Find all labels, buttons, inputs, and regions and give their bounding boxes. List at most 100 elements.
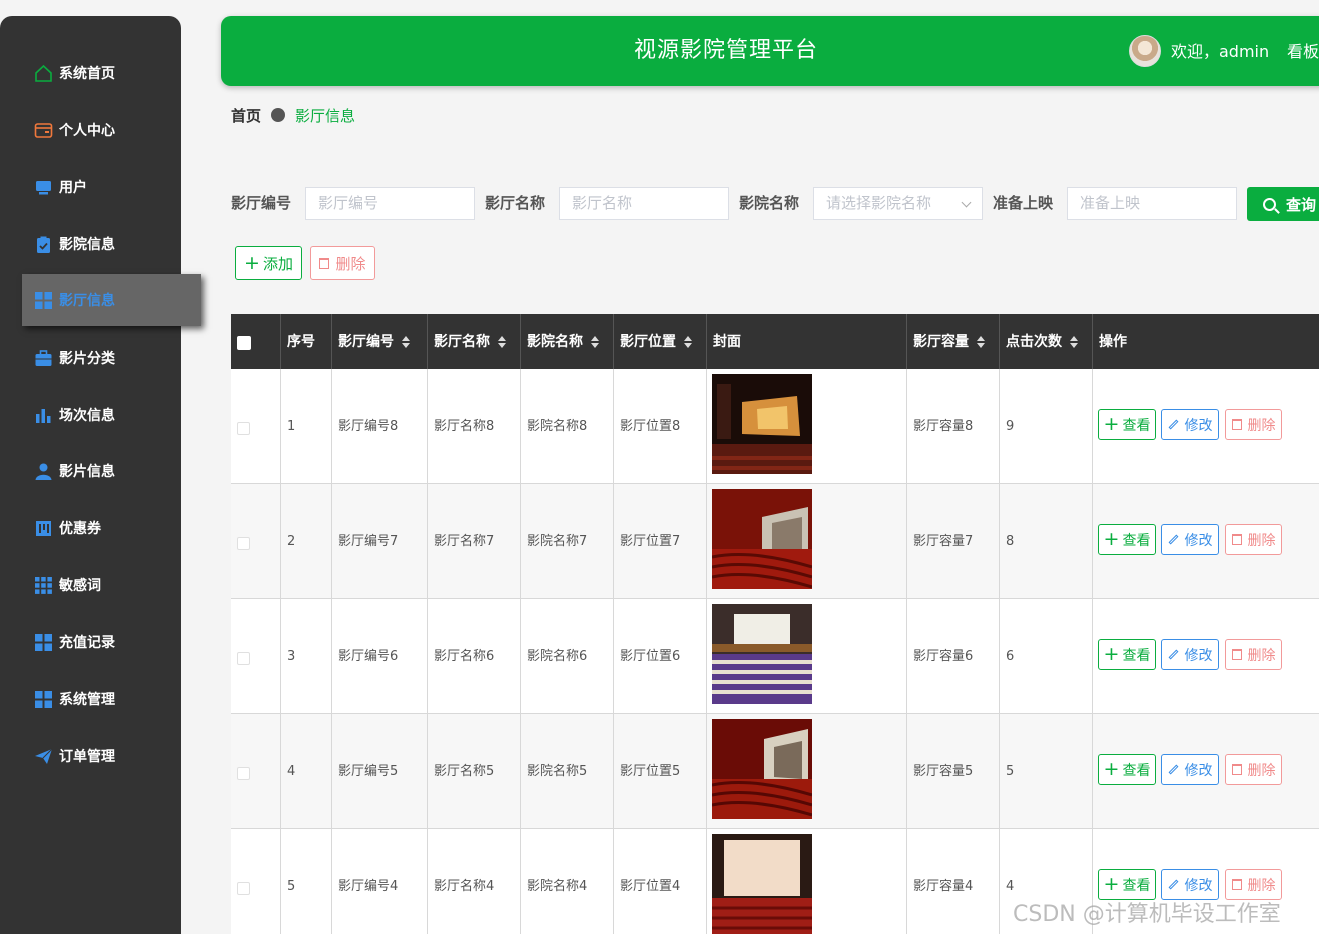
query-button[interactable]: 查询	[1247, 187, 1319, 221]
breadcrumb: 首页 影厅信息	[231, 104, 355, 126]
delete-label: 删除	[1247, 647, 1276, 664]
col-cover: 封面	[707, 314, 907, 369]
cover-image[interactable]	[712, 834, 812, 934]
edit-button[interactable]: 修改	[1161, 754, 1219, 785]
view-button[interactable]: + 查看	[1098, 409, 1156, 440]
avatar[interactable]	[1129, 35, 1161, 67]
sort-icon[interactable]	[402, 336, 410, 348]
col-index: 序号	[281, 314, 332, 369]
breadcrumb-home[interactable]: 首页	[231, 105, 261, 126]
sort-icon[interactable]	[684, 336, 692, 348]
hall-name-label: 影厅名称	[485, 194, 546, 212]
edit-label: 修改	[1184, 532, 1213, 549]
cinema-select[interactable]: 请选择影院名称	[813, 187, 983, 220]
col-hall-name[interactable]: 影厅名称	[428, 314, 521, 369]
grid-icon	[34, 291, 53, 310]
app-title: 视源影院管理平台	[633, 38, 819, 63]
sidebar-item-screening[interactable]: 场次信息	[34, 399, 115, 431]
sidebar-item-hall-info[interactable]: 影厅信息	[22, 274, 201, 326]
sidebar-item-label: 个人中心	[59, 123, 115, 139]
cell-index: 5	[281, 829, 332, 934]
row-select-cell	[231, 599, 281, 714]
hall-name-input[interactable]: 影厅名称	[559, 187, 729, 220]
row-checkbox[interactable]	[237, 767, 250, 780]
edit-button[interactable]: 修改	[1161, 639, 1219, 670]
sidebar-item-label: 系统首页	[59, 66, 115, 82]
sidebar-item-profile[interactable]: 个人中心	[34, 114, 115, 146]
cell-clicks: 5	[1000, 714, 1093, 829]
delete-label: 删除	[1247, 877, 1276, 894]
grid-icon	[34, 690, 53, 709]
pencil-icon	[1168, 879, 1178, 890]
delete-button[interactable]: 删除	[1225, 754, 1282, 785]
pencil-icon	[1168, 649, 1178, 660]
col-capacity[interactable]: 影厅容量	[907, 314, 1000, 369]
cell-hall-no: 影厅编号6	[332, 599, 428, 714]
sidebar-item-orders[interactable]: 订单管理	[34, 740, 115, 772]
cover-image[interactable]	[712, 719, 812, 819]
cell-hall-name: 影厅名称8	[428, 369, 521, 484]
delete-button[interactable]: 删除	[1225, 409, 1282, 440]
hall-no-input[interactable]: 影厅编号	[305, 187, 475, 220]
cell-capacity: 影厅容量7	[907, 484, 1000, 599]
sidebar-item-label: 优惠券	[59, 521, 101, 537]
col-hall-no[interactable]: 影厅编号	[332, 314, 428, 369]
col-capacity-label: 影厅容量	[913, 334, 969, 350]
row-checkbox[interactable]	[237, 537, 250, 550]
sidebar-item-cinema-info[interactable]: 影院信息	[34, 228, 115, 260]
pencil-icon	[1168, 419, 1178, 430]
cinema-select-placeholder: 请选择影院名称	[826, 194, 932, 212]
row-checkbox[interactable]	[237, 882, 250, 895]
plus-icon: +	[1103, 758, 1120, 780]
cell-capacity: 影厅容量4	[907, 829, 1000, 934]
sidebar-item-label: 订单管理	[59, 749, 115, 765]
edit-label: 修改	[1184, 417, 1213, 434]
sidebar-item-film-info[interactable]: 影片信息	[34, 455, 115, 487]
delete-button[interactable]: 删除	[1225, 639, 1282, 670]
sort-icon[interactable]	[977, 336, 985, 348]
edit-button[interactable]: 修改	[1161, 524, 1219, 555]
edit-button[interactable]: 修改	[1161, 409, 1219, 440]
view-button[interactable]: + 查看	[1098, 754, 1156, 785]
view-button[interactable]: + 查看	[1098, 639, 1156, 670]
sort-icon[interactable]	[498, 336, 506, 348]
pencil-icon	[1168, 764, 1178, 775]
sort-icon[interactable]	[591, 336, 599, 348]
sort-icon[interactable]	[1070, 336, 1078, 348]
select-all-checkbox[interactable]	[237, 336, 251, 350]
col-location-label: 影厅位置	[620, 334, 676, 350]
table-row: 3 影厅编号6 影厅名称6 影院名称6 影厅位置6 影厅容量6 6 + 查看 修改 删除	[231, 599, 1319, 714]
delete-button[interactable]: 删除	[1225, 524, 1282, 555]
trash-icon	[319, 257, 330, 269]
prepare-input[interactable]: 准备上映	[1067, 187, 1237, 220]
col-clicks[interactable]: 点击次数	[1000, 314, 1093, 369]
welcome-text: 欢迎，admin	[1171, 42, 1270, 61]
batch-delete-button[interactable]: 删除	[310, 246, 375, 280]
add-button[interactable]: + 添加	[235, 246, 302, 280]
row-checkbox[interactable]	[237, 422, 250, 435]
sidebar-item-home[interactable]: 系统首页	[34, 57, 115, 89]
view-button[interactable]: + 查看	[1098, 524, 1156, 555]
sidebar-item-sensitive-words[interactable]: 敏感词	[34, 569, 101, 601]
col-location[interactable]: 影厅位置	[614, 314, 707, 369]
row-select-cell	[231, 829, 281, 934]
sidebar-item-film-category[interactable]: 影片分类	[34, 342, 115, 374]
cell-capacity: 影厅容量5	[907, 714, 1000, 829]
cover-image[interactable]	[712, 604, 812, 704]
col-cinema[interactable]: 影院名称	[521, 314, 614, 369]
cover-image[interactable]	[712, 374, 812, 474]
row-checkbox[interactable]	[237, 652, 250, 665]
cover-image[interactable]	[712, 489, 812, 589]
col-clicks-label: 点击次数	[1006, 334, 1062, 350]
watermark: CSDN @计算机毕设工作室	[1013, 902, 1281, 927]
view-label: 查看	[1122, 647, 1151, 664]
plus-icon: +	[1103, 643, 1120, 665]
col-hall-name-label: 影厅名称	[434, 334, 490, 350]
sidebar-item-system[interactable]: 系统管理	[34, 683, 115, 715]
sidebar-item-recharge[interactable]: 充值记录	[34, 626, 115, 658]
sidebar-item-coupon[interactable]: 优惠券	[34, 512, 101, 544]
cell-cinema: 影院名称8	[521, 369, 614, 484]
dashboard-link[interactable]: 看板	[1287, 16, 1319, 88]
query-label: 查询	[1286, 195, 1317, 214]
cell-index: 4	[281, 714, 332, 829]
